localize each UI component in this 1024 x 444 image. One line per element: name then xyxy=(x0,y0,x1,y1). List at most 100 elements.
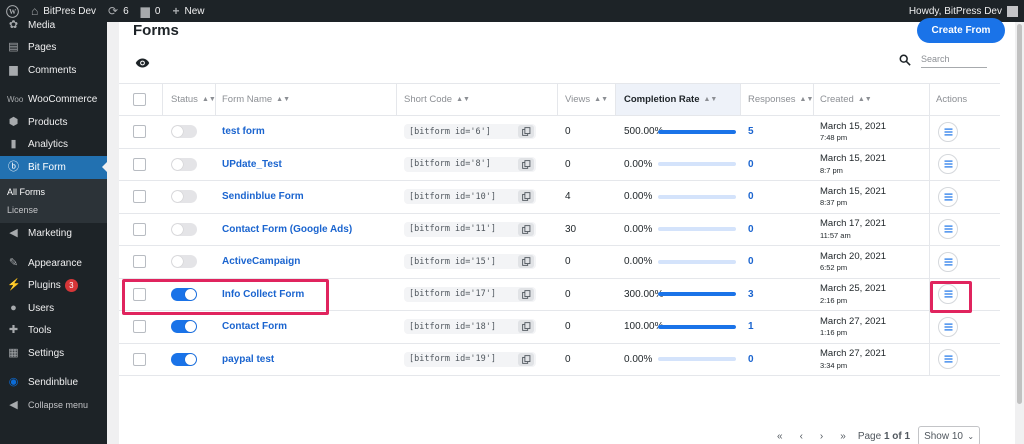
chevron-down-icon: ⌄ xyxy=(967,431,975,441)
submenu-license[interactable]: License xyxy=(0,201,107,219)
row-actions-button[interactable] xyxy=(938,121,958,142)
sidebar-item-pages[interactable]: ▤ Pages xyxy=(0,37,107,60)
page-scrollbar[interactable] xyxy=(1015,22,1024,444)
status-toggle[interactable] xyxy=(171,255,197,269)
sidebar-item-analytics[interactable]: ▮ Analytics xyxy=(0,134,107,157)
row-actions-button[interactable] xyxy=(938,186,958,207)
header-short-code[interactable]: Short Code ▲▼ xyxy=(404,84,470,115)
row-actions-button[interactable] xyxy=(938,219,958,240)
status-toggle[interactable] xyxy=(171,190,197,204)
responses-link[interactable]: 0 xyxy=(748,224,754,235)
scrollbar-thumb[interactable] xyxy=(1017,24,1022,404)
responses-link[interactable]: 1 xyxy=(748,321,754,332)
row-checkbox[interactable] xyxy=(133,287,146,301)
views-cell: 0 xyxy=(565,246,571,278)
status-toggle[interactable] xyxy=(171,157,197,171)
plus-icon: + xyxy=(172,4,180,18)
create-form-button[interactable]: Create From xyxy=(917,18,1005,43)
header-form-name[interactable]: Form Name ▲▼ xyxy=(222,84,290,115)
header-completion-rate[interactable]: Completion Rate ▲▼ xyxy=(616,84,740,115)
search-input[interactable] xyxy=(921,51,987,68)
submenu-all-forms[interactable]: All Forms xyxy=(0,183,107,201)
prev-page-button[interactable]: ‹ xyxy=(800,431,803,442)
row-checkbox[interactable] xyxy=(133,352,146,366)
eye-icon[interactable] xyxy=(135,57,150,69)
updates-link[interactable]: ⟳ 6 xyxy=(108,5,129,17)
row-checkbox[interactable] xyxy=(133,255,146,269)
header-label: Actions xyxy=(936,94,968,105)
row-checkbox[interactable] xyxy=(133,157,146,171)
row-actions-button[interactable] xyxy=(938,316,958,337)
sidebar-item-products[interactable]: ⬢ Products xyxy=(0,111,107,134)
sidebar-item-woocommerce[interactable]: Woo WooCommerce xyxy=(0,89,107,112)
copy-icon[interactable] xyxy=(518,320,534,334)
sidebar-collapse-menu[interactable]: ◀ Collapse menu xyxy=(0,394,107,417)
row-checkbox[interactable] xyxy=(133,222,146,236)
sidebar-item-sendinblue[interactable]: ◉ Sendinblue xyxy=(0,372,107,395)
form-name-link[interactable]: Sendinblue Form xyxy=(222,191,304,202)
status-toggle[interactable] xyxy=(171,320,197,334)
responses-link[interactable]: 0 xyxy=(748,354,754,365)
header-status[interactable]: Status ▲▼ xyxy=(171,84,216,115)
row-actions-button[interactable] xyxy=(938,349,958,370)
row-checkbox[interactable] xyxy=(133,320,146,334)
form-name-link[interactable]: Contact Form xyxy=(222,321,287,332)
updates-icon: ⟳ xyxy=(108,4,119,18)
sidebar-item-plugins[interactable]: ⚡ Plugins 3 xyxy=(0,275,107,298)
copy-icon[interactable] xyxy=(518,125,534,139)
sidebar-item-marketing[interactable]: ◀ Marketing xyxy=(0,223,107,246)
responses-link[interactable]: 0 xyxy=(748,159,754,170)
comments-link[interactable]: ▆ 0 xyxy=(141,5,161,17)
sidebar-item-label: Comments xyxy=(28,64,77,76)
sidebar-item-settings[interactable]: ▦ Settings xyxy=(0,342,107,365)
form-name-link[interactable]: test form xyxy=(222,126,265,137)
select-all-checkbox[interactable] xyxy=(133,93,146,106)
responses-link[interactable]: 3 xyxy=(748,289,754,300)
new-content-link[interactable]: + New xyxy=(172,5,204,17)
header-created[interactable]: Created ▲▼ xyxy=(820,84,872,115)
completion-rate-cell: 500.00% xyxy=(624,116,736,148)
copy-icon[interactable] xyxy=(518,287,534,301)
form-name-link[interactable]: UPdate_Test xyxy=(222,159,282,170)
status-toggle[interactable] xyxy=(171,352,197,366)
next-page-button[interactable]: › xyxy=(820,431,823,442)
sidebar-item-tools[interactable]: ✚ Tools xyxy=(0,320,107,343)
row-actions-button[interactable] xyxy=(938,154,958,175)
row-checkbox[interactable] xyxy=(133,125,146,139)
copy-icon[interactable] xyxy=(518,222,534,236)
sort-icon: ▲▼ xyxy=(799,96,814,103)
page-size-select[interactable]: Show 10 ⌄ xyxy=(918,426,981,444)
form-name-cell: UPdate_Test xyxy=(222,149,282,181)
row-actions-button[interactable] xyxy=(938,251,958,272)
header-responses[interactable]: Responses ▲▼ xyxy=(748,84,813,115)
row-checkbox[interactable] xyxy=(133,190,146,204)
sidebar-item-users[interactable]: ● Users xyxy=(0,297,107,320)
form-name-link[interactable]: paypal test xyxy=(222,354,274,365)
status-toggle[interactable] xyxy=(171,222,197,236)
responses-link[interactable]: 0 xyxy=(748,191,754,202)
header-views[interactable]: Views ▲▼ xyxy=(565,84,608,115)
last-page-button[interactable]: » xyxy=(840,431,846,442)
responses-link[interactable]: 0 xyxy=(748,256,754,267)
form-name-link[interactable]: Info Collect Form xyxy=(222,289,304,300)
sidebar-item-comments[interactable]: ▆ Comments xyxy=(0,59,107,82)
short-code-field: [bitform id='6'] xyxy=(404,124,536,140)
sidebar-item-appearance[interactable]: ✎ Appearance xyxy=(0,252,107,275)
sort-icon: ▲▼ xyxy=(276,96,291,103)
short-code-text: [bitform id='10'] xyxy=(409,191,496,202)
sidebar-item-bit-form[interactable]: ⓑ Bit Form xyxy=(0,156,107,179)
form-name-link[interactable]: ActiveCampaign xyxy=(222,256,300,267)
copy-icon[interactable] xyxy=(518,157,534,171)
account-menu[interactable]: Howdy, BitPress Dev xyxy=(909,5,1018,17)
sidebar-item-media[interactable]: ✿ Media xyxy=(0,14,107,37)
copy-icon[interactable] xyxy=(518,190,534,204)
status-toggle[interactable] xyxy=(171,287,197,301)
copy-icon[interactable] xyxy=(518,255,534,269)
row-actions-button[interactable] xyxy=(938,284,958,305)
status-toggle[interactable] xyxy=(171,125,197,139)
responses-link[interactable]: 5 xyxy=(748,126,754,137)
copy-icon[interactable] xyxy=(518,352,534,366)
form-name-link[interactable]: Contact Form (Google Ads) xyxy=(222,224,352,235)
short-code-text: [bitform id='17'] xyxy=(409,289,496,300)
first-page-button[interactable]: « xyxy=(777,431,783,442)
